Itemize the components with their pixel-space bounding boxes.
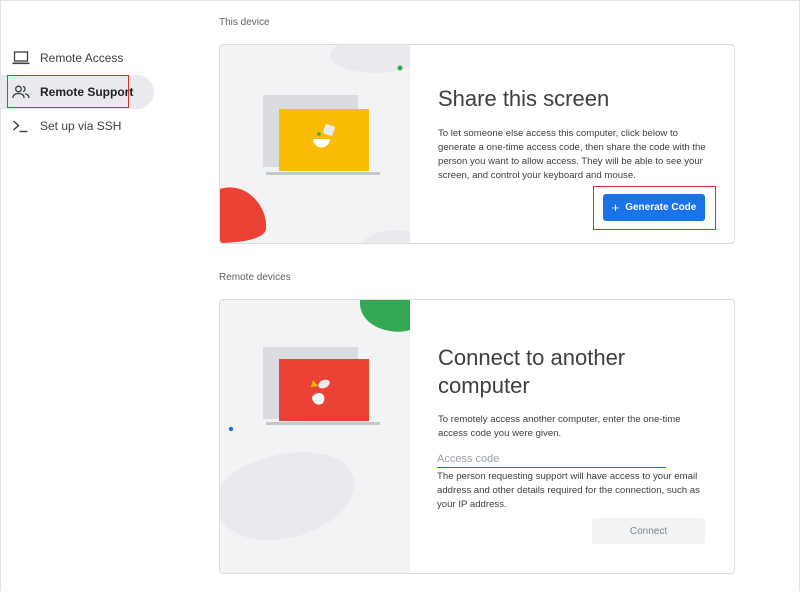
share-screen-description: To let someone else access this computer… (438, 128, 706, 181)
highlight-box (593, 186, 716, 230)
terminal-icon (13, 120, 28, 133)
highlight-box (7, 75, 129, 108)
connect-button[interactable]: Connect (592, 518, 705, 544)
connect-description: To remotely access another computer, ent… (438, 414, 681, 439)
connect-heading-line2: computer (438, 373, 530, 398)
section-title-remote-devices: Remote devices (219, 272, 291, 283)
sidebar-item-remote-access[interactable]: Remote Access (0, 41, 154, 75)
sidebar-item-ssh[interactable]: Set up via SSH (0, 109, 154, 143)
laptop-icon (12, 51, 30, 65)
connect-heading-line1: Connect to another (438, 345, 626, 370)
share-screen-heading: Share this screen (438, 86, 610, 111)
section-title-this-device: This device (219, 17, 270, 28)
connect-note: The person requesting support will have … (437, 471, 700, 510)
connect-illustration (220, 300, 410, 573)
share-illustration (220, 45, 410, 243)
sidebar-item-label: Set up via SSH (40, 119, 122, 133)
access-code-input[interactable] (437, 450, 666, 468)
sidebar-item-label: Remote Access (40, 51, 124, 65)
